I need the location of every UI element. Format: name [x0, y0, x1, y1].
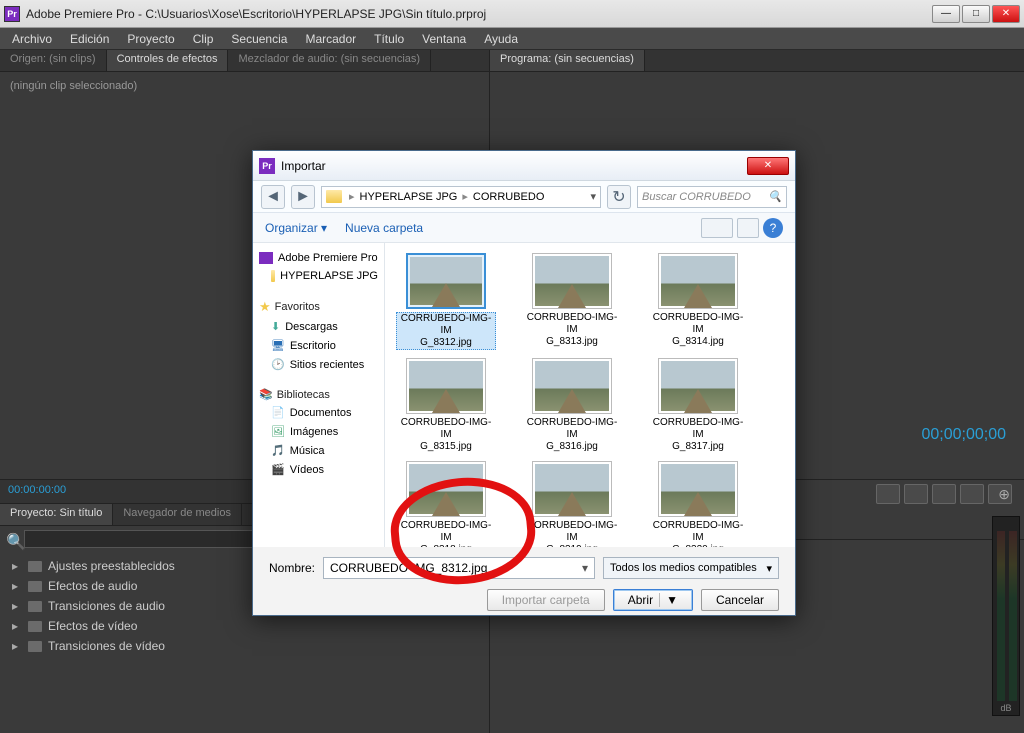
timecode-right: 00;00;00;00 — [921, 426, 1006, 444]
file-thumbnail[interactable]: CORRUBEDO-IMG-IMG_8320.jpg — [645, 461, 751, 547]
nav-forward-button[interactable]: ► — [291, 185, 315, 209]
window-titlebar: Pr Adobe Premiere Pro - C:\Usuarios\Xose… — [0, 0, 1024, 28]
menu-marcador[interactable]: Marcador — [297, 30, 364, 48]
tool-button[interactable] — [904, 484, 928, 504]
new-folder-button[interactable]: Nueva carpeta — [345, 221, 423, 235]
app-icon: Pr — [4, 6, 20, 22]
tree-item[interactable]: ⬇Descargas — [257, 317, 380, 336]
tree-item[interactable]: HYPERLAPSE JPG — [257, 267, 380, 285]
dialog-icon: Pr — [259, 158, 275, 174]
tab-controles-efectos[interactable]: Controles de efectos — [107, 50, 229, 71]
view-mode-button[interactable] — [701, 218, 733, 238]
tree-heading-bibliotecas[interactable]: 📚Bibliotecas — [257, 384, 380, 403]
dialog-close-button[interactable]: ✕ — [747, 157, 789, 175]
menu-edicion[interactable]: Edición — [62, 30, 117, 48]
file-grid: CORRUBEDO-IMG-IMG_8312.jpgCORRUBEDO-IMG-… — [385, 243, 795, 547]
tab-proyecto[interactable]: Proyecto: Sin título — [0, 504, 113, 525]
tool-button[interactable] — [876, 484, 900, 504]
tab-programa[interactable]: Programa: (sin secuencias) — [490, 50, 645, 71]
file-filter-dropdown[interactable]: Todos los medios compatibles▾ — [603, 557, 779, 579]
tree-item[interactable]: Adobe Premiere Pro — [257, 249, 380, 267]
dialog-title: Importar — [281, 159, 747, 173]
file-thumbnail[interactable]: CORRUBEDO-IMG-IMG_8313.jpg — [519, 253, 625, 350]
plus-icon[interactable]: ⊕ — [998, 486, 1010, 503]
folder-tree: Adobe Premiere Pro HYPERLAPSE JPG ★Favor… — [253, 243, 385, 547]
organize-button[interactable]: Organizar ▾ — [265, 221, 327, 235]
no-clip-label: (ningún clip seleccionado) — [0, 72, 489, 100]
dialog-search-input[interactable]: Buscar CORRUBEDO 🔍 — [637, 186, 787, 208]
window-title: Adobe Premiere Pro - C:\Usuarios\Xose\Es… — [26, 7, 932, 21]
file-thumbnail[interactable]: CORRUBEDO-IMG-IMG_8314.jpg — [645, 253, 751, 350]
menu-bar: Archivo Edición Proyecto Clip Secuencia … — [0, 28, 1024, 50]
timeline-tools — [876, 484, 1012, 504]
source-panel-tabs: Origen: (sin clips) Controles de efectos… — [0, 50, 489, 72]
breadcrumb-segment[interactable]: CORRUBEDO — [473, 191, 545, 203]
db-label: dB — [993, 703, 1019, 713]
tree-item[interactable]: 🎬Vídeos — [257, 460, 380, 479]
tree-heading-favoritos[interactable]: ★Favoritos — [257, 295, 380, 317]
tree-item[interactable]: 🖼Imágenes — [257, 422, 380, 441]
tool-button[interactable] — [932, 484, 956, 504]
menu-titulo[interactable]: Título — [366, 30, 412, 48]
maximize-button[interactable]: □ — [962, 5, 990, 23]
file-thumbnail[interactable]: CORRUBEDO-IMG-IMG_8316.jpg — [519, 358, 625, 453]
cancel-button[interactable]: Cancelar — [701, 589, 779, 611]
minimize-button[interactable]: — — [932, 5, 960, 23]
tree-item[interactable]: 🖥Escritorio — [257, 336, 380, 355]
breadcrumb[interactable]: ▸ HYPERLAPSE JPG ▸ CORRUBEDO ▾ — [321, 186, 601, 208]
tree-item[interactable]: 🕑Sitios recientes — [257, 355, 380, 374]
import-dialog: Pr Importar ✕ ◄ ► ▸ HYPERLAPSE JPG ▸ COR… — [252, 150, 796, 616]
filename-input[interactable]: CORRUBEDO-IMG_8312.jpg▾ — [323, 557, 595, 579]
menu-clip[interactable]: Clip — [185, 30, 222, 48]
effects-item[interactable]: ▸Transiciones de vídeo — [8, 636, 481, 656]
help-button[interactable]: ? — [763, 218, 783, 238]
import-folder-button[interactable]: Importar carpeta — [487, 589, 605, 611]
breadcrumb-segment[interactable]: HYPERLAPSE JPG — [360, 191, 458, 203]
file-thumbnail[interactable]: CORRUBEDO-IMG-IMG_8317.jpg — [645, 358, 751, 453]
search-icon: 🔍 — [768, 190, 782, 203]
file-thumbnail[interactable]: CORRUBEDO-IMG-IMG_8312.jpg — [393, 253, 499, 350]
menu-ventana[interactable]: Ventana — [414, 30, 474, 48]
refresh-button[interactable]: ↻ — [607, 185, 631, 209]
menu-proyecto[interactable]: Proyecto — [119, 30, 182, 48]
open-button[interactable]: Abrir▼ — [613, 589, 693, 611]
tab-origen[interactable]: Origen: (sin clips) — [0, 50, 107, 71]
tool-button[interactable] — [960, 484, 984, 504]
close-button[interactable]: ✕ — [992, 5, 1020, 23]
tab-mezclador-audio[interactable]: Mezclador de audio: (sin secuencias) — [228, 50, 431, 71]
folder-icon — [326, 190, 342, 203]
search-icon: 🔍 — [6, 532, 20, 546]
menu-ayuda[interactable]: Ayuda — [476, 30, 526, 48]
tab-navegador-medios[interactable]: Navegador de medios — [113, 504, 242, 525]
file-thumbnail[interactable]: CORRUBEDO-IMG-IMG_8319.jpg — [519, 461, 625, 547]
audio-meter: dB — [992, 516, 1020, 716]
tree-item[interactable]: 📄Documentos — [257, 403, 380, 422]
tree-item[interactable]: 🎵Música — [257, 441, 380, 460]
file-thumbnail[interactable]: CORRUBEDO-IMG-IMG_8318.jpg — [393, 461, 499, 547]
name-label: Nombre: — [269, 561, 315, 575]
menu-secuencia[interactable]: Secuencia — [223, 30, 295, 48]
file-thumbnail[interactable]: CORRUBEDO-IMG-IMG_8315.jpg — [393, 358, 499, 453]
view-toggle-button[interactable] — [737, 218, 759, 238]
menu-archivo[interactable]: Archivo — [4, 30, 60, 48]
effects-item[interactable]: ▸Efectos de vídeo — [8, 616, 481, 636]
nav-back-button[interactable]: ◄ — [261, 185, 285, 209]
